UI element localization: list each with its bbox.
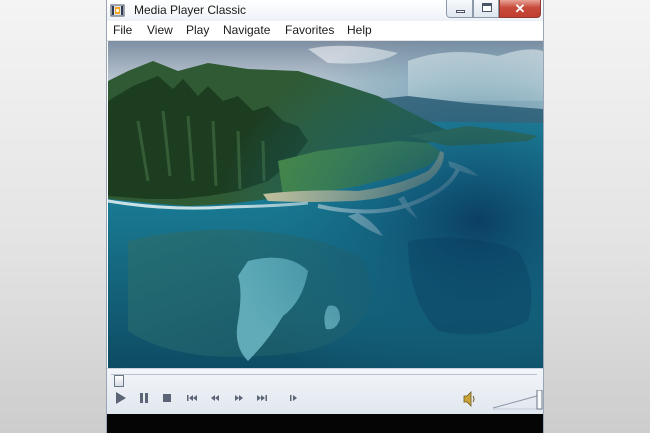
menu-file[interactable]: File bbox=[113, 23, 132, 37]
play-button[interactable] bbox=[113, 390, 129, 406]
menu-help[interactable]: Help bbox=[347, 23, 372, 37]
volume-thumb bbox=[536, 389, 543, 410]
volume-slider[interactable] bbox=[491, 389, 543, 412]
minimize-button[interactable] bbox=[446, 0, 473, 18]
menu-bar: File View Play Navigate Favorites Help bbox=[107, 21, 543, 41]
menu-view[interactable]: View bbox=[147, 23, 173, 37]
skip-forward-icon bbox=[257, 395, 267, 401]
status-bar bbox=[107, 414, 543, 433]
playback-controls bbox=[107, 368, 543, 415]
minimize-icon bbox=[456, 10, 465, 13]
skip-back-button[interactable] bbox=[184, 390, 200, 406]
frame-step-icon bbox=[290, 395, 297, 401]
fast-forward-button[interactable] bbox=[231, 390, 247, 406]
seek-thumb[interactable] bbox=[114, 375, 124, 387]
play-icon bbox=[116, 392, 126, 404]
media-player-window: Media Player Classic ✕ File View Play Na… bbox=[106, 0, 544, 433]
window-title: Media Player Classic bbox=[134, 3, 247, 17]
menu-navigate[interactable]: Navigate bbox=[223, 23, 270, 37]
rewind-button[interactable] bbox=[207, 390, 223, 406]
rewind-icon bbox=[211, 395, 219, 401]
pause-icon bbox=[140, 393, 148, 403]
skip-back-icon bbox=[187, 395, 197, 401]
mute-button[interactable] bbox=[462, 390, 478, 408]
app-icon[interactable] bbox=[110, 3, 125, 18]
close-icon: ✕ bbox=[514, 1, 526, 16]
title-bar[interactable]: Media Player Classic ✕ bbox=[107, 0, 543, 21]
menu-favorites[interactable]: Favorites bbox=[285, 23, 334, 37]
video-display[interactable] bbox=[108, 41, 543, 368]
maximize-button[interactable] bbox=[473, 0, 499, 18]
frame-step-button[interactable] bbox=[286, 390, 302, 406]
stop-icon bbox=[163, 394, 171, 402]
stop-button[interactable] bbox=[159, 390, 175, 406]
close-button[interactable]: ✕ bbox=[499, 0, 541, 18]
skip-forward-button[interactable] bbox=[254, 390, 270, 406]
video-frame bbox=[108, 41, 543, 368]
maximize-icon bbox=[482, 3, 492, 12]
speaker-icon bbox=[463, 391, 475, 407]
fast-forward-icon bbox=[235, 395, 243, 401]
menu-play[interactable]: Play bbox=[186, 23, 209, 37]
pause-button[interactable] bbox=[136, 390, 152, 406]
seek-bar[interactable] bbox=[111, 374, 537, 387]
